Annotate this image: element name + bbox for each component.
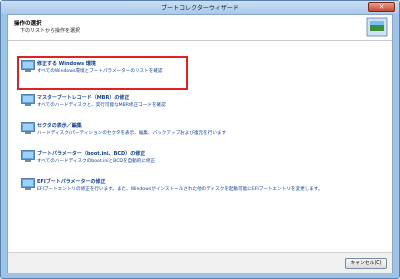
wizard-logo-icon	[366, 17, 388, 37]
monitor-icon	[21, 122, 35, 134]
close-button[interactable]: ✕	[368, 2, 395, 12]
cancel-button[interactable]: キャンセル(C)	[345, 258, 387, 269]
monitor-icon	[21, 94, 35, 106]
list-item-boot-params[interactable]: ブートパラメーター（boot.ini、BCD）の修正 すべてのハードディスクのb…	[19, 147, 319, 173]
operation-list: 修正する Windows 環境 すべてのWindows環境とブートパラメーターの…	[8, 42, 392, 252]
monitor-icon	[21, 178, 35, 190]
option-description: すべてのハードディスクと、実行可能なMBR修正コードを確認	[37, 103, 166, 108]
list-item-mbr[interactable]: マスターブートレコード（MBR）の修正 すべてのハードディスクと、実行可能なMB…	[19, 91, 319, 117]
page-title: 操作の選択	[14, 21, 42, 27]
window-title: ブートコレクターウィザード	[161, 5, 239, 12]
option-description: EFIブートエントリの修正を行います。また、Windowsがインストールされた他…	[37, 187, 323, 192]
wizard-client-area: 操作の選択 下のリストから操作を選択 修正する Windows 環境 すべてのW…	[7, 14, 393, 273]
option-description: ハードディスク/パーティションのセクタを表示、編集、バックアップおよび復元を行い…	[37, 131, 227, 136]
option-title: セクタの表示／編集	[37, 123, 82, 129]
list-item-windows-env[interactable]: 修正する Windows 環境 すべてのWindows環境とブートパラメーターの…	[19, 57, 319, 83]
title-bar[interactable]: ブートコレクターウィザード ✕	[1, 1, 399, 14]
option-title: マスターブートレコード（MBR）の修正	[37, 95, 130, 101]
option-description: すべてのハードディスクのboot.iniとBCDを自動的に修正	[37, 159, 156, 164]
option-description: すべてのWindows環境とブートパラメーターのリストを確認	[37, 69, 163, 74]
wizard-footer: キャンセル(C)	[8, 252, 392, 273]
wizard-window: ブートコレクターウィザード ✕ 操作の選択 下のリストから操作を選択 修正する …	[0, 0, 400, 279]
option-title: ブートパラメーター（boot.ini、BCD）の修正	[37, 151, 146, 157]
monitor-icon	[21, 60, 35, 72]
wizard-header: 操作の選択 下のリストから操作を選択	[8, 15, 392, 41]
option-title: 修正する Windows 環境	[37, 61, 96, 67]
page-subtitle: 下のリストから操作を選択	[20, 28, 81, 34]
option-title: EFIブートパラメーターの修正	[37, 179, 106, 185]
list-item-efi-boot[interactable]: EFIブートパラメーターの修正 EFIブートエントリの修正を行います。また、Wi…	[19, 175, 391, 201]
list-item-sector-edit[interactable]: セクタの表示／編集 ハードディスク/パーティションのセクタを表示、編集、バックア…	[19, 119, 319, 145]
monitor-icon	[21, 150, 35, 162]
